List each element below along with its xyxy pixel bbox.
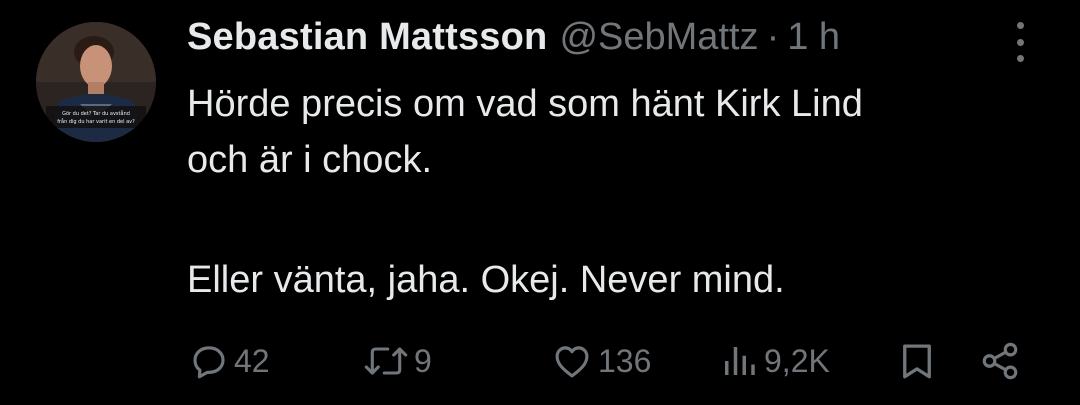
views-count: 9,2K (764, 342, 830, 379)
retweet-button[interactable]: 9 (362, 336, 432, 386)
more-vertical-icon[interactable] (1008, 22, 1032, 62)
tweet-header: Sebastian Mattsson @SebMattz · 1 h (187, 16, 840, 62)
tweet-actions: 42 9 136 9,2K (188, 336, 1028, 386)
tweet: Gör du det? Tar du avstånd från dig du h… (0, 0, 1080, 405)
like-count: 136 (598, 342, 652, 379)
bookmark-icon (896, 340, 938, 382)
tweet-text-line: och är i chock. (187, 139, 432, 181)
reply-icon (188, 340, 230, 382)
tweet-text-line: Hörde precis om vad som hänt Kirk Lind (187, 83, 863, 125)
retweet-icon (362, 340, 410, 382)
author-handle[interactable]: @SebMattz (559, 16, 758, 59)
header-separator: · (766, 16, 780, 58)
like-button[interactable]: 136 (550, 336, 651, 386)
tweet-text-line: Eller vänta, jaha. Okej. Never mind. (187, 259, 785, 301)
tweet-text: Hörde precis om vad som hänt Kirk Lind o… (187, 76, 1047, 308)
tweet-timestamp[interactable]: 1 h (787, 16, 840, 59)
avatar-caption-line2: från dig du har varit en del av? (57, 118, 135, 125)
avatar[interactable]: Gör du det? Tar du avstånd från dig du h… (36, 22, 156, 142)
reply-count: 42 (234, 342, 270, 379)
bookmark-button[interactable] (896, 336, 938, 386)
retweet-count: 9 (414, 342, 432, 379)
reply-button[interactable]: 42 (188, 336, 270, 386)
share-button[interactable] (978, 336, 1022, 386)
share-icon (978, 340, 1022, 382)
author-display-name[interactable]: Sebastian Mattsson (187, 16, 547, 59)
views-icon (718, 340, 760, 382)
views-button[interactable]: 9,2K (718, 336, 830, 386)
avatar-caption-line1: Gör du det? Tar du avstånd (62, 110, 130, 117)
heart-icon (550, 340, 594, 382)
